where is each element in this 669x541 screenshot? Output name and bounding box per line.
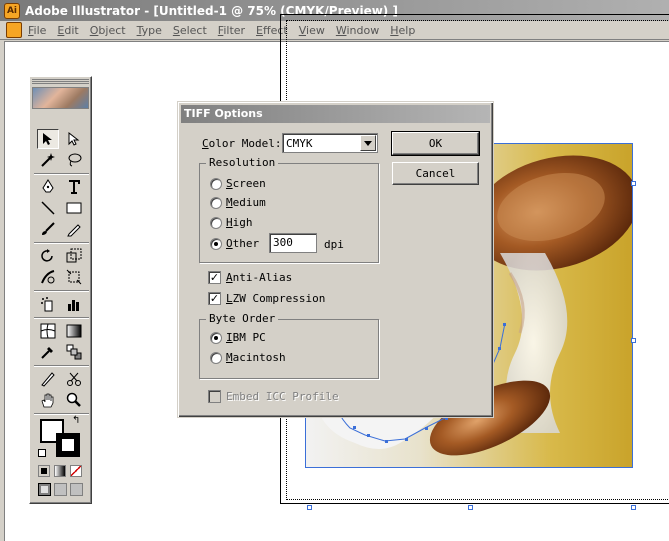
- handle-bottom-right[interactable]: [631, 505, 636, 510]
- stroke-swatch[interactable]: [56, 433, 80, 457]
- warp-tool-icon[interactable]: [37, 267, 59, 287]
- direct-selection-tool-icon[interactable]: [63, 129, 85, 149]
- adobe-online-icon[interactable]: [32, 87, 89, 109]
- scale-tool-icon[interactable]: [63, 246, 85, 266]
- rotate-tool-icon[interactable]: [37, 246, 59, 266]
- menu-type[interactable]: Type: [137, 24, 162, 37]
- color-model-select[interactable]: CMYK: [282, 133, 378, 153]
- color-model-value: CMYK: [286, 137, 313, 150]
- full-screen-menu-mode-icon[interactable]: [54, 483, 67, 496]
- chevron-down-icon[interactable]: [360, 135, 376, 151]
- hand-tool-icon[interactable]: [37, 390, 59, 410]
- tool-separator: [34, 413, 89, 415]
- type-tool-icon[interactable]: [63, 177, 85, 197]
- byte-order-legend: Byte Order: [206, 312, 279, 325]
- ok-button[interactable]: OK: [391, 131, 480, 156]
- resolution-medium-radio[interactable]: [210, 197, 222, 209]
- gradient-button-icon[interactable]: [54, 465, 66, 477]
- resolution-medium-label[interactable]: Medium: [226, 196, 266, 209]
- resolution-other-label[interactable]: Other: [226, 237, 259, 250]
- default-fill-stroke-icon[interactable]: [38, 449, 46, 457]
- handle-bottom-mid[interactable]: [468, 505, 473, 510]
- tool-separator: [34, 317, 89, 319]
- illustrator-app-icon[interactable]: Ai: [4, 2, 20, 19]
- eyedropper-tool-icon[interactable]: [37, 342, 59, 362]
- zoom-tool-icon[interactable]: [63, 390, 85, 410]
- handle-mid-right[interactable]: [631, 338, 636, 343]
- resolution-screen-radio[interactable]: [210, 178, 222, 190]
- resolution-other-input[interactable]: 300: [269, 233, 317, 253]
- lasso-tool-icon[interactable]: [63, 150, 85, 170]
- blend-tool-icon[interactable]: [63, 342, 85, 362]
- menu-filter[interactable]: Filter: [218, 24, 245, 37]
- standard-screen-mode-icon[interactable]: [38, 483, 51, 496]
- rectangle-tool-icon[interactable]: [63, 198, 85, 218]
- tool-separator: [34, 365, 89, 367]
- swap-fill-stroke-icon[interactable]: ↰: [72, 415, 80, 426]
- menu-file[interactable]: File: [28, 24, 46, 37]
- symbol-sprayer-tool-icon[interactable]: [37, 294, 59, 314]
- anti-alias-checkbox[interactable]: ✓: [208, 271, 221, 284]
- gradient-tool-icon[interactable]: [63, 321, 85, 341]
- byte-order-group: Byte Order: [199, 312, 379, 379]
- free-transform-tool-icon[interactable]: [63, 267, 85, 287]
- byte-order-ibm-pc-radio[interactable]: [210, 332, 222, 344]
- panel-grip[interactable]: [32, 79, 89, 85]
- scissors-tool-icon[interactable]: [63, 369, 85, 389]
- tool-separator: [34, 173, 89, 175]
- byte-order-macintosh-radio[interactable]: [210, 352, 222, 364]
- embed-icc-profile-label: Embed ICC Profile: [226, 390, 339, 403]
- handle-bottom-left[interactable]: [307, 505, 312, 510]
- lzw-compression-checkbox[interactable]: ✓: [208, 292, 221, 305]
- resolution-high-radio[interactable]: [210, 217, 222, 229]
- slice-tool-icon[interactable]: [37, 369, 59, 389]
- magic-wand-tool-icon[interactable]: [37, 150, 59, 170]
- line-segment-tool-icon[interactable]: [37, 198, 59, 218]
- full-screen-mode-icon[interactable]: [70, 483, 83, 496]
- menu-select[interactable]: Select: [173, 24, 207, 37]
- none-button-icon[interactable]: [70, 465, 82, 477]
- cancel-button[interactable]: Cancel: [392, 162, 479, 185]
- screen-mode-buttons: [38, 483, 86, 497]
- tool-separator: [34, 242, 89, 244]
- resolution-high-label[interactable]: High: [226, 216, 253, 229]
- tiff-options-dialog: TIFF Options Color Model: CMYK OK Cancel…: [177, 101, 494, 418]
- column-graph-tool-icon[interactable]: [63, 294, 85, 314]
- resolution-legend: Resolution: [206, 156, 279, 169]
- lzw-compression-label[interactable]: LZW Compression: [226, 292, 325, 305]
- mesh-tool-icon[interactable]: [37, 321, 59, 341]
- menu-edit[interactable]: Edit: [57, 24, 78, 37]
- anti-alias-label[interactable]: Anti-Alias: [226, 271, 292, 284]
- embed-icc-profile-checkbox: [208, 390, 221, 403]
- selection-tool-icon[interactable]: [37, 129, 59, 149]
- resolution-screen-label[interactable]: Screen: [226, 177, 266, 190]
- resolution-other-radio[interactable]: [210, 238, 222, 250]
- resolution-unit-label: dpi: [324, 238, 344, 251]
- fill-stroke-widget[interactable]: ↰: [38, 415, 84, 461]
- color-model-label: Color Model:: [202, 137, 282, 150]
- paintbrush-tool-icon[interactable]: [37, 219, 59, 239]
- tools-panel: ↰: [29, 76, 92, 504]
- dialog-title: TIFF Options: [181, 105, 490, 123]
- byte-order-macintosh-label[interactable]: Macintosh: [226, 351, 286, 364]
- menu-object[interactable]: Object: [90, 24, 126, 37]
- tool-separator: [34, 290, 89, 292]
- color-mode-buttons: [38, 465, 86, 479]
- document-icon[interactable]: [6, 22, 22, 38]
- byte-order-ibm-pc-label[interactable]: IBM PC: [226, 331, 266, 344]
- color-button-icon[interactable]: [38, 465, 50, 477]
- pencil-tool-icon[interactable]: [63, 219, 85, 239]
- handle-top-right[interactable]: [631, 181, 636, 186]
- pen-tool-icon[interactable]: [37, 177, 59, 197]
